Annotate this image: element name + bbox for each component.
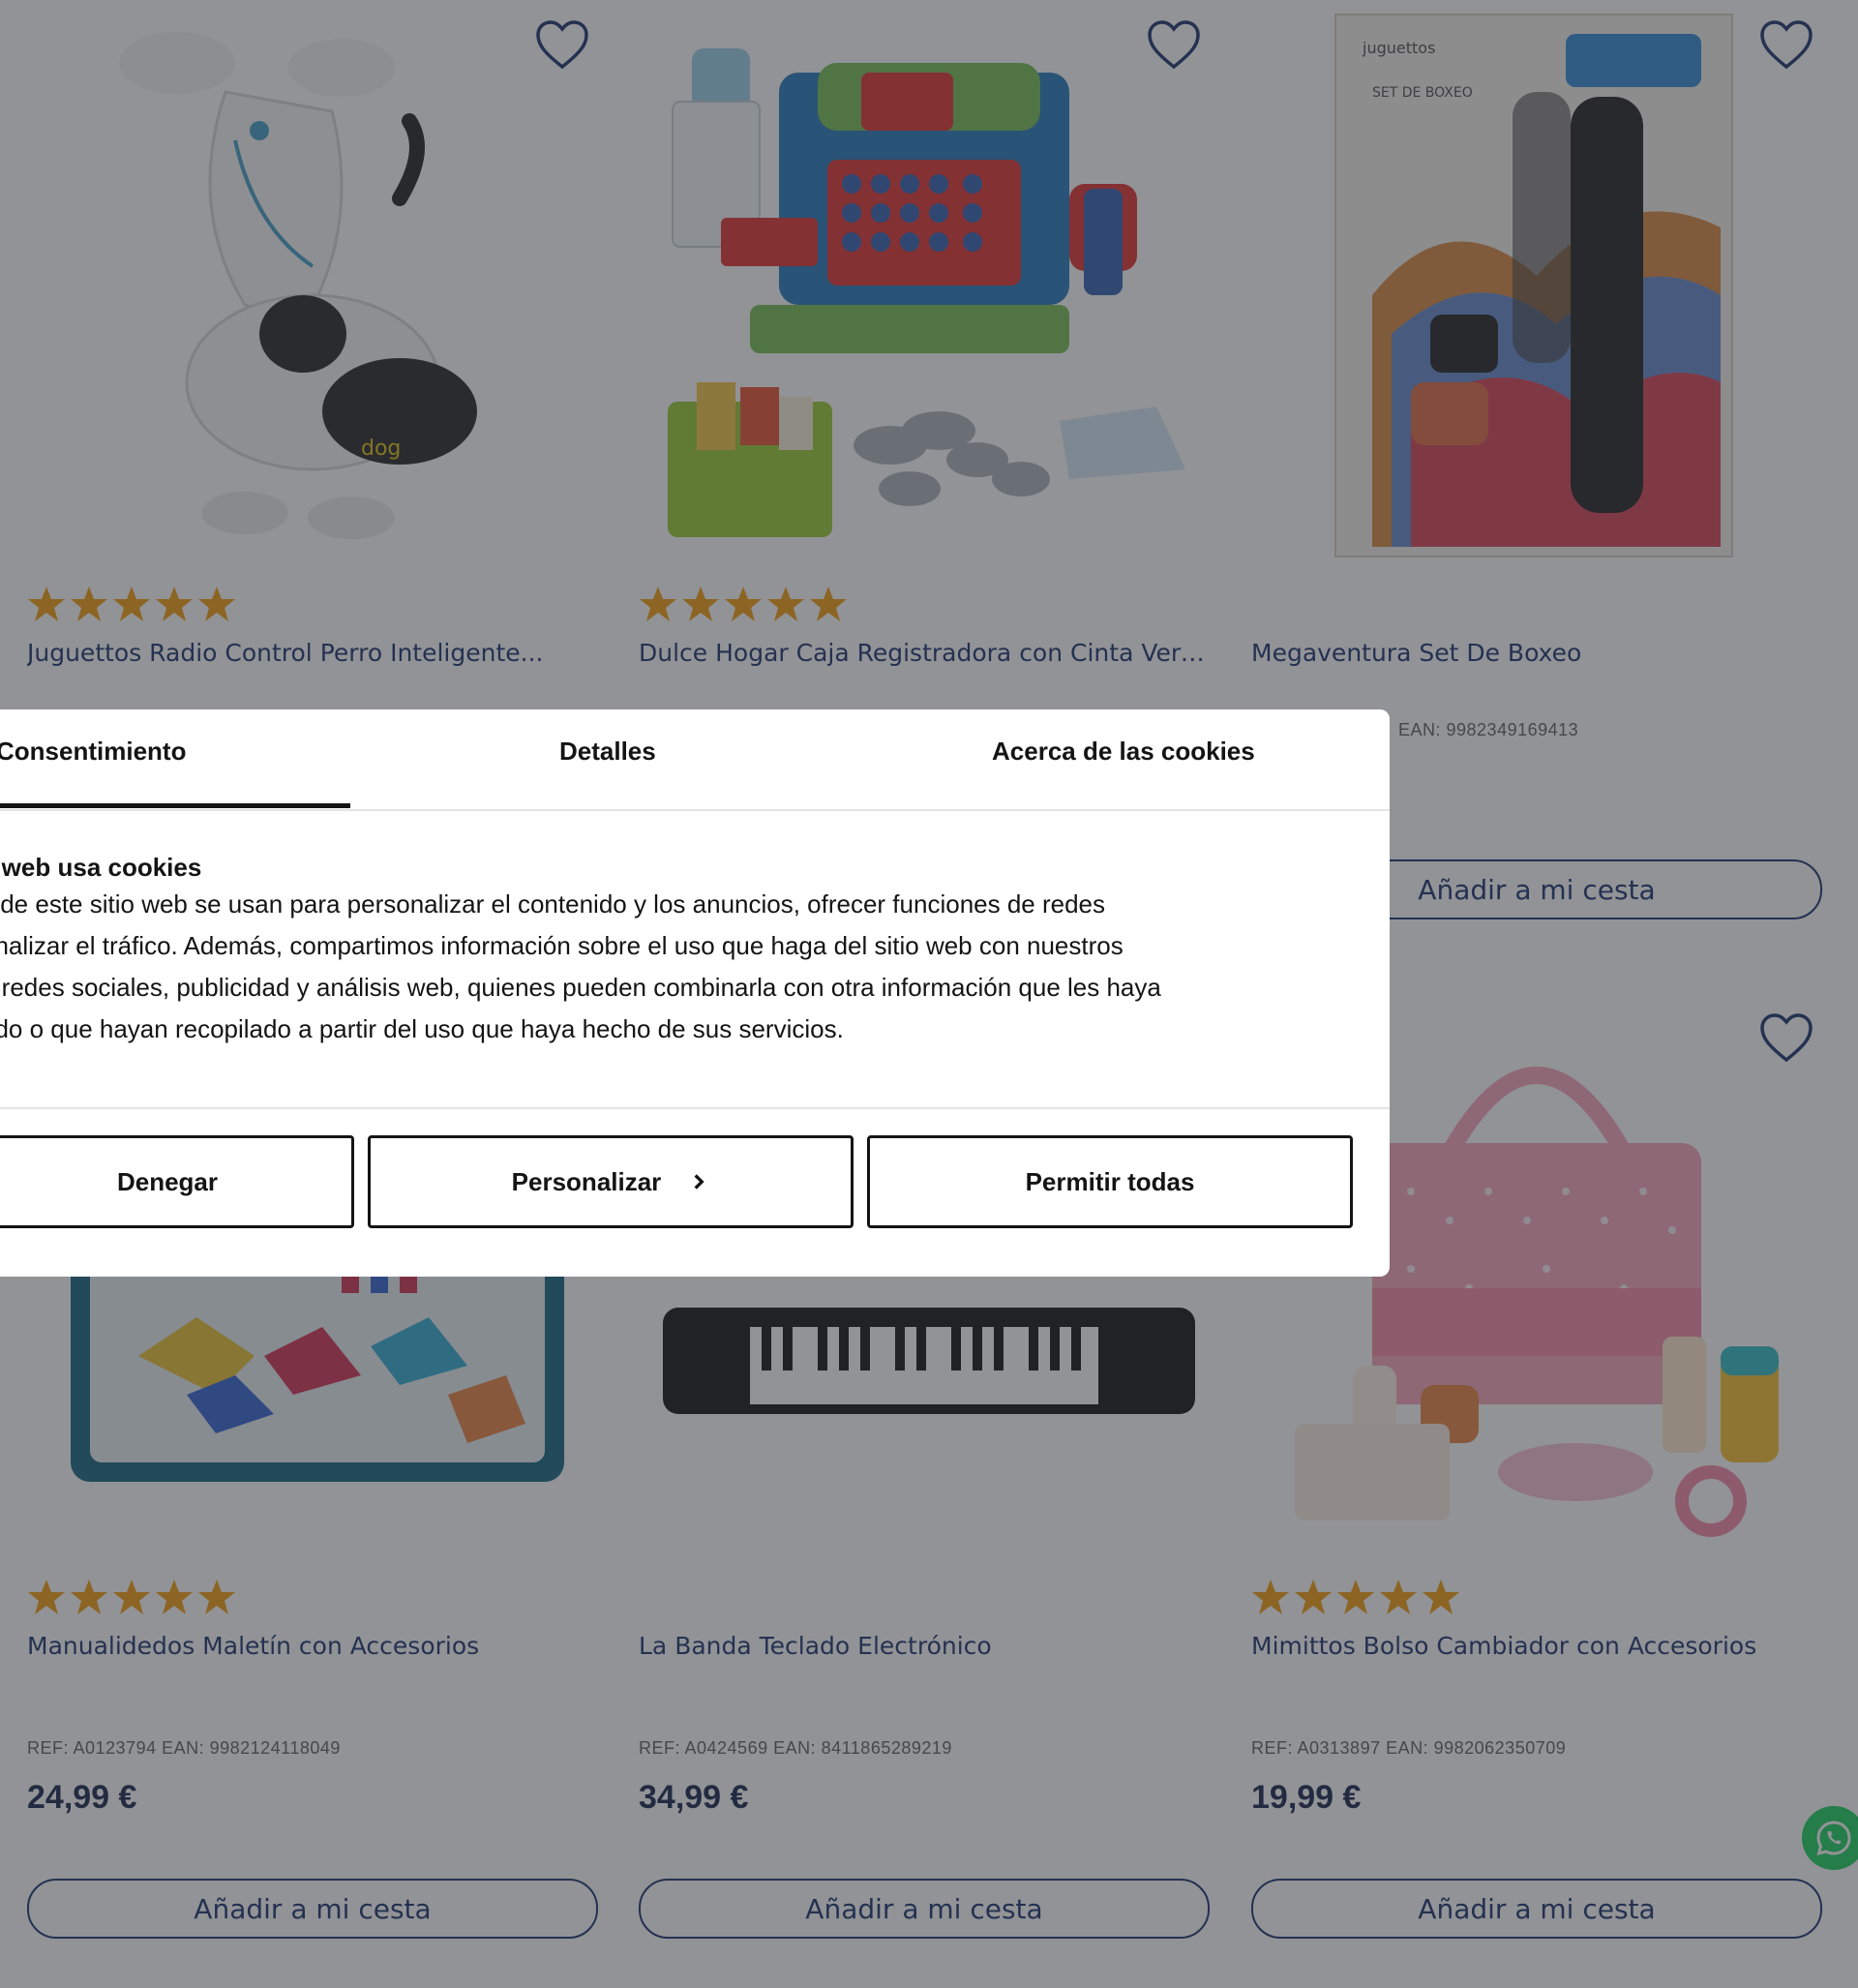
deny-button[interactable]: Denegar — [0, 1135, 354, 1228]
customize-button-label: Personalizar — [511, 1166, 662, 1196]
tab-consentimiento[interactable]: Consentimiento — [0, 737, 186, 767]
dialog-title: a web usa cookies — [0, 853, 202, 882]
cookie-consent-dialog: Consentimiento Detalles Acerca de las co… — [0, 709, 1390, 1277]
dialog-body-line: ado o que hayan recopilado a partir del … — [0, 1014, 844, 1043]
tab-detalles[interactable]: Detalles — [559, 737, 656, 767]
dialog-body-line: analizar el tráfico. Además, compartimos… — [0, 931, 1124, 960]
allow-all-button-label: Permitir todas — [1025, 1166, 1195, 1196]
deny-button-label: Denegar — [116, 1166, 219, 1196]
dialog-tabs: Consentimiento Detalles Acerca de las co… — [0, 709, 1390, 811]
chevron-right-icon — [694, 1174, 704, 1190]
active-tab-indicator — [0, 803, 350, 808]
allow-all-button[interactable]: Permitir todas — [867, 1135, 1353, 1228]
dialog-body-line: e redes sociales, publicidad y análisis … — [0, 973, 1161, 1002]
dialog-divider — [0, 1107, 1390, 1109]
dialog-body-line: s de este sitio web se usan para persona… — [0, 889, 1106, 919]
dialog-body: s de este sitio web se usan para persona… — [0, 884, 1335, 1050]
customize-button[interactable]: Personalizar — [368, 1135, 854, 1228]
tab-acerca-de-las-cookies[interactable]: Acerca de las cookies — [992, 737, 1255, 767]
